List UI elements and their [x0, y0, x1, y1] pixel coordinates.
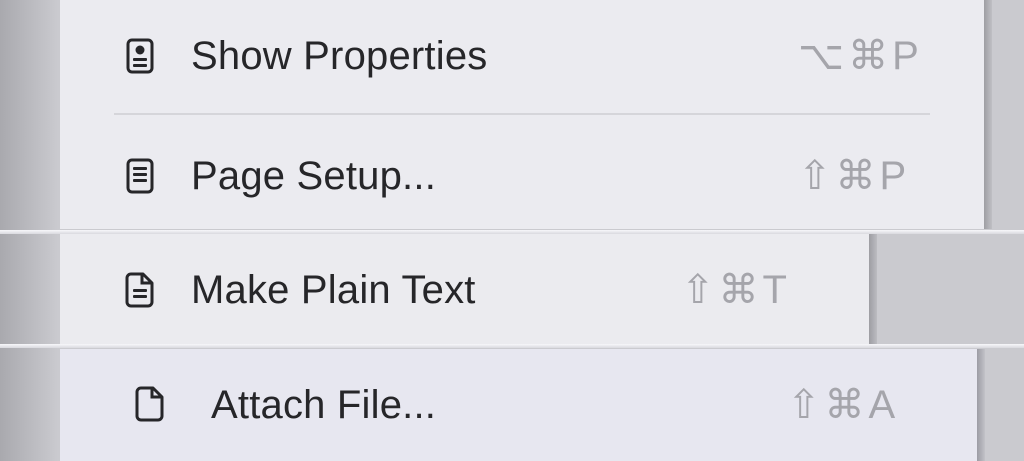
menu-item-label: Show Properties	[191, 34, 488, 78]
menu-item-shortcut: ⌥⌘P	[798, 34, 923, 78]
menu-item-label: Attach File...	[211, 383, 437, 427]
menu-item-make-plain-text[interactable]: Make Plain Text ⇧⌘T	[0, 234, 869, 344]
crop-divider	[0, 344, 1024, 348]
menu-item-show-properties[interactable]: Show Properties ⌥⌘P	[0, 0, 984, 112]
menu-panel-shadow	[869, 234, 877, 344]
plain-text-icon	[125, 272, 154, 308]
menu-item-page-setup[interactable]: Page Setup... ⇧⌘P	[0, 118, 984, 230]
menu-separator	[114, 113, 930, 115]
menu-item-shortcut: ⇧⌘A	[787, 383, 900, 427]
page-setup-icon	[126, 158, 154, 194]
properties-icon	[126, 38, 154, 74]
attach-file-icon	[135, 386, 164, 422]
menu-item-label: Make Plain Text	[191, 268, 476, 312]
menu-panel-shadow	[984, 0, 992, 229]
menu-item-label: Page Setup...	[191, 154, 437, 198]
menu-item-shortcut: ⇧⌘P	[798, 154, 911, 198]
menu-item-shortcut: ⇧⌘T	[681, 268, 791, 312]
menu-panel-shadow	[977, 349, 985, 461]
screenshot-stage: Show Properties ⌥⌘P Page Setup... ⇧⌘P Ma…	[0, 0, 1024, 461]
menu-item-attach-file[interactable]: Attach File... ⇧⌘A	[0, 349, 977, 461]
